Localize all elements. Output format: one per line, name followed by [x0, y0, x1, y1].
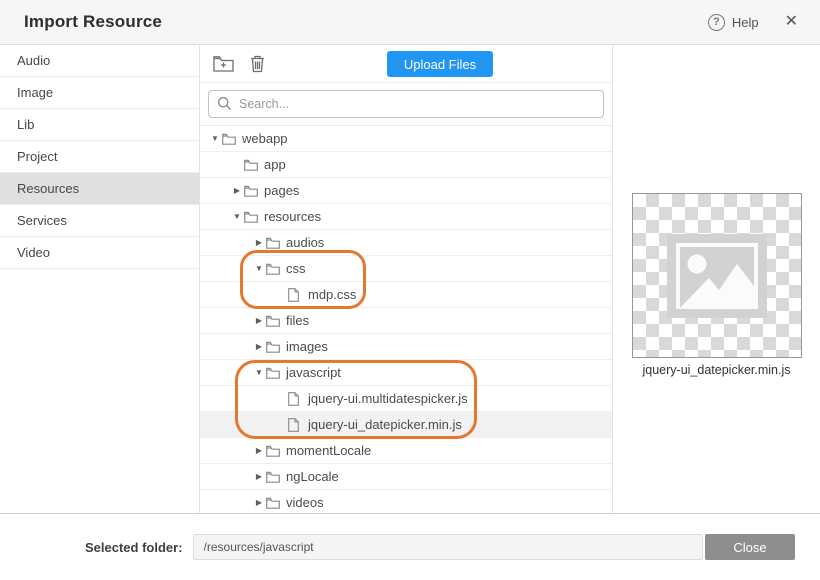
file-tree: ▼ webapp app ▶ pages ▼ resources ▶ audios ▼ cssmdp…: [200, 125, 612, 513]
expand-arrow-icon[interactable]: ▶: [252, 239, 266, 247]
tree-row[interactable]: ▶ audios: [200, 230, 612, 256]
selected-folder-input[interactable]: [193, 534, 703, 560]
search-icon: [217, 96, 232, 111]
folder-icon: [266, 497, 286, 509]
tree-row[interactable]: ▶ momentLocale: [200, 438, 612, 464]
tree-row[interactable]: app: [200, 152, 612, 178]
sidebar-item-lib[interactable]: Lib: [0, 109, 199, 141]
search-area: [200, 83, 612, 125]
folder-icon: [266, 237, 286, 249]
tree-item-label: jquery-ui_datepicker.min.js: [308, 417, 462, 432]
tree-row[interactable]: ▶ ngLocale: [200, 464, 612, 490]
dialog-footer: Selected folder: Close: [0, 514, 820, 580]
question-circle-icon: ?: [708, 14, 725, 31]
tree-row[interactable]: ▶ pages: [200, 178, 612, 204]
import-resource-dialog: Import Resource ? Help ✕ AudioImageLibPr…: [0, 0, 820, 580]
sidebar-item-project[interactable]: Project: [0, 141, 199, 173]
collapse-arrow-icon[interactable]: ▼: [252, 369, 266, 377]
tree-item-label: ngLocale: [286, 469, 339, 484]
category-sidebar: AudioImageLibProjectResourcesServicesVid…: [0, 45, 200, 513]
sidebar-item-video[interactable]: Video: [0, 237, 199, 269]
folder-icon: [266, 263, 286, 275]
help-label: Help: [732, 15, 759, 30]
tree-row[interactable]: ▼ resources: [200, 204, 612, 230]
delete-trash-icon[interactable]: [246, 53, 268, 75]
tree-row[interactable]: jquery-ui_datepicker.min.js: [200, 412, 612, 438]
help-button[interactable]: ? Help: [708, 14, 759, 31]
new-folder-icon[interactable]: [212, 53, 234, 75]
tree-row[interactable]: ▶ videos: [200, 490, 612, 513]
selected-folder-label: Selected folder:: [85, 540, 183, 555]
file-browser-panel: Upload Files ▼ webapp app ▶ pages ▼ resources ▶…: [200, 45, 613, 513]
dialog-header: Import Resource ? Help ✕: [0, 0, 820, 45]
tree-item-label: css: [286, 261, 306, 276]
expand-arrow-icon[interactable]: ▶: [252, 447, 266, 455]
tree-item-label: jquery-ui.multidatespicker.js: [308, 391, 468, 406]
folder-icon: [244, 211, 264, 223]
tree-row[interactable]: ▶ files: [200, 308, 612, 334]
close-icon[interactable]: ✕: [785, 14, 798, 30]
tree-item-label: files: [286, 313, 309, 328]
tree-row[interactable]: jquery-ui.multidatespicker.js: [200, 386, 612, 412]
tree-item-label: momentLocale: [286, 443, 371, 458]
image-placeholder-icon: [667, 234, 767, 318]
tree-item-label: audios: [286, 235, 324, 250]
folder-icon: [222, 133, 242, 145]
folder-icon: [266, 315, 286, 327]
collapse-arrow-icon[interactable]: ▼: [208, 135, 222, 143]
tree-row[interactable]: ▶ images: [200, 334, 612, 360]
collapse-arrow-icon[interactable]: ▼: [252, 265, 266, 273]
folder-icon: [266, 445, 286, 457]
folder-icon: [244, 159, 264, 171]
sidebar-item-services[interactable]: Services: [0, 205, 199, 237]
expand-arrow-icon[interactable]: ▶: [230, 187, 244, 195]
collapse-arrow-icon[interactable]: ▼: [230, 213, 244, 221]
upload-files-button[interactable]: Upload Files: [387, 51, 493, 77]
search-input[interactable]: [208, 90, 604, 118]
sidebar-item-audio[interactable]: Audio: [0, 45, 199, 77]
tree-row[interactable]: ▼ javascript: [200, 360, 612, 386]
transparency-checkerboard: [632, 193, 802, 358]
dialog-title: Import Resource: [24, 12, 162, 32]
expand-arrow-icon[interactable]: ▶: [252, 343, 266, 351]
folder-icon: [266, 471, 286, 483]
expand-arrow-icon[interactable]: ▶: [252, 317, 266, 325]
close-button[interactable]: Close: [705, 534, 795, 560]
tree-item-label: pages: [264, 183, 299, 198]
folder-icon: [266, 367, 286, 379]
tree-item-label: mdp.css: [308, 287, 356, 302]
folder-icon: [266, 341, 286, 353]
tree-item-label: javascript: [286, 365, 341, 380]
tree-row[interactable]: mdp.css: [200, 282, 612, 308]
tree-row[interactable]: ▼ css: [200, 256, 612, 282]
file-icon: [288, 392, 308, 406]
tree-item-label: videos: [286, 495, 324, 510]
tree-item-label: images: [286, 339, 328, 354]
sidebar-item-resources[interactable]: Resources: [0, 173, 199, 205]
tree-item-label: resources: [264, 209, 321, 224]
preview-panel: jquery-ui_datepicker.min.js: [613, 45, 820, 513]
tree-item-label: webapp: [242, 131, 288, 146]
dialog-body: AudioImageLibProjectResourcesServicesVid…: [0, 45, 820, 514]
file-icon: [288, 418, 308, 432]
file-icon: [288, 288, 308, 302]
sidebar-item-image[interactable]: Image: [0, 77, 199, 109]
tree-item-label: app: [264, 157, 286, 172]
folder-icon: [244, 185, 264, 197]
tree-row[interactable]: ▼ webapp: [200, 126, 612, 152]
browser-toolbar: Upload Files: [200, 45, 612, 83]
preview-caption: jquery-ui_datepicker.min.js: [643, 363, 791, 377]
expand-arrow-icon[interactable]: ▶: [252, 473, 266, 481]
expand-arrow-icon[interactable]: ▶: [252, 499, 266, 507]
